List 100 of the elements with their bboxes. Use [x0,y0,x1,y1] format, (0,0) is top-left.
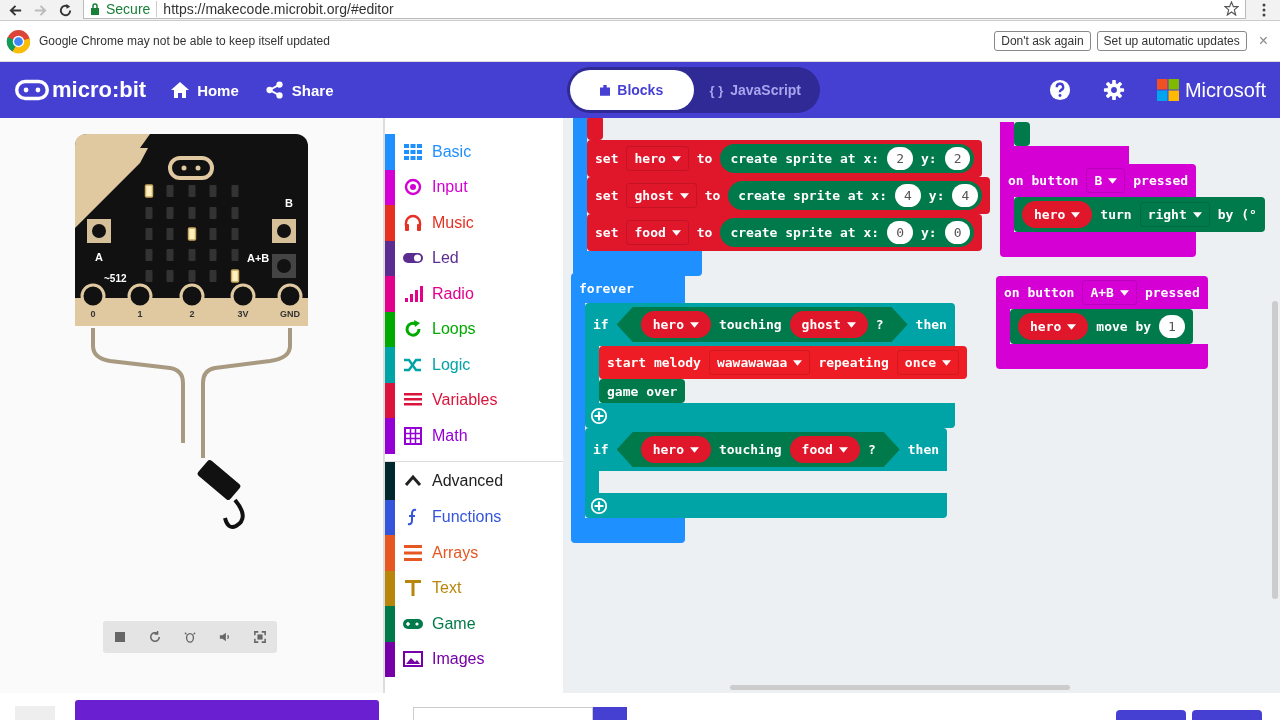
category-item[interactable]: Images [385,641,563,677]
category-item[interactable]: Basic [385,134,563,170]
number-field[interactable]: 2 [944,147,971,170]
category-item[interactable]: Game [385,606,563,642]
code-block[interactable]: set hero to create sprite at x: 2 y: 2 [587,140,983,177]
category-item[interactable]: Arrays [385,535,563,571]
block-label: touching [718,317,782,332]
code-block[interactable]: hero move by 1 [1010,309,1193,344]
address-bar[interactable]: Secure https://makecode.microbit.org/#editor [83,0,1246,19]
condition-block[interactable]: hero touching ghost ? [616,307,908,342]
variable-dropdown[interactable]: food [789,436,860,463]
code-block[interactable]: if hero touching food ? then [585,428,948,471]
dropdown-field[interactable]: hero [626,146,689,171]
nav-button[interactable]: Share [264,81,334,99]
block-label: create sprite at x: [730,151,880,166]
category-item[interactable]: Input [385,169,563,205]
block-label: if [593,442,609,457]
button-label: B [285,197,293,209]
reporter-block[interactable]: create sprite at x: 0 y: 0 [720,218,975,247]
block-label: move by [1096,319,1152,334]
dropdown-field[interactable]: once [896,350,960,375]
variable-dropdown[interactable]: hero [1022,201,1093,228]
url-text: https://makecode.microbit.org/#editor [163,0,395,17]
block-label: to [696,151,713,166]
dropdown-field[interactable]: right [1139,202,1210,227]
dropdown-field[interactable]: wawawawaa [708,350,811,375]
reporter-block[interactable]: create sprite at x: 4 y: 4 [728,181,983,210]
code-block[interactable]: set ghost to create sprite at x: 4 y: 4 [587,177,991,214]
block-label: forever [579,280,634,296]
number-field[interactable]: 0 [944,221,971,244]
info-message: Google Chrome may not be able to keep itself updated [39,34,330,48]
close-button[interactable]: × [1254,32,1272,50]
pin-label: 3V [237,309,249,319]
block-label: set [595,151,619,166]
pin-label: GND [280,309,300,319]
block-label: on button [1004,285,1075,300]
number-field[interactable]: 0 [887,221,913,244]
infobar-button[interactable]: Set up automatic updates [1096,31,1247,51]
block-label: repeating [818,355,889,370]
category-item[interactable]: Text [385,570,563,606]
category-item[interactable]: Math [385,418,563,454]
dropdown-field[interactable]: B [1086,168,1126,193]
block-label: y: [928,188,945,203]
block-label: if [593,317,609,332]
reporter-block[interactable]: create sprite at x: 2 y: 2 [720,144,975,173]
pin-label: 0 [90,309,96,319]
pin-label: 2 [189,309,195,319]
category-item[interactable]: Variables [385,382,563,418]
number-field[interactable]: 4 [952,184,979,207]
secure-label: Secure [106,0,158,17]
block-label: on button [1008,173,1079,188]
code-block[interactable]: forever [571,273,685,303]
mode-tab[interactable]: { } JavaScript [693,70,817,110]
code-block[interactable]: on button B pressed [1000,164,1197,197]
dropdown-field[interactable]: food [626,220,689,245]
block-label: set [595,188,619,203]
block-label: to [704,188,721,203]
pin-label: 1 [137,309,143,319]
pin-reading: ~512 [104,273,127,284]
dropdown-field[interactable]: A+B [1082,280,1137,305]
category-item[interactable]: Radio [385,276,563,312]
code-block[interactable]: if hero touching ghost ? then [585,303,955,346]
block-label: set [595,225,619,240]
code-block[interactable]: hero turn right by (° [1014,197,1265,232]
variable-dropdown[interactable]: hero [640,436,711,463]
code-block[interactable]: game over [599,379,686,403]
category-item[interactable]: Music [385,205,563,241]
category-item[interactable]: Led [385,240,563,276]
code-block[interactable]: on button A+B pressed [996,276,1208,309]
logo-text[interactable]: micro:bit [52,77,147,103]
block-label: ? [867,442,876,457]
condition-block[interactable]: hero touching food ? [616,432,900,467]
braces-icon: { } [709,82,724,98]
category-item[interactable]: Advanced [385,461,563,500]
brand-name: Microsoft [1184,78,1266,102]
nav-button[interactable]: Home [170,81,239,99]
button-label: A+B [247,252,270,264]
block-label: start melody [607,355,701,370]
number-field[interactable]: 1 [1159,315,1185,338]
variable-dropdown[interactable]: hero [640,311,711,338]
number-field[interactable]: 2 [887,147,913,170]
block-label: game over [607,383,678,399]
category-item[interactable]: Logic [385,347,563,383]
variable-dropdown[interactable]: hero [1018,313,1089,340]
button-label: A [95,251,103,263]
dropdown-field[interactable]: ghost [626,183,697,208]
category-item[interactable]: Loops [385,311,563,347]
block-label: turn [1100,207,1132,222]
block-label: y: [921,225,937,240]
block-label: pressed [1144,285,1200,300]
code-block[interactable]: start melody wawawawaa repeating once [599,346,968,379]
block-label: to [696,225,713,240]
block-label: pressed [1133,173,1189,188]
category-item[interactable]: Functions [385,499,563,535]
block-label: touching [718,442,782,457]
mode-tab[interactable]: Blocks [570,70,694,110]
variable-dropdown[interactable]: ghost [789,311,868,338]
infobar-button[interactable]: Don't ask again [994,31,1091,51]
number-field[interactable]: 4 [895,184,921,207]
code-block[interactable]: set food to create sprite at x: 0 y: 0 [587,214,983,251]
